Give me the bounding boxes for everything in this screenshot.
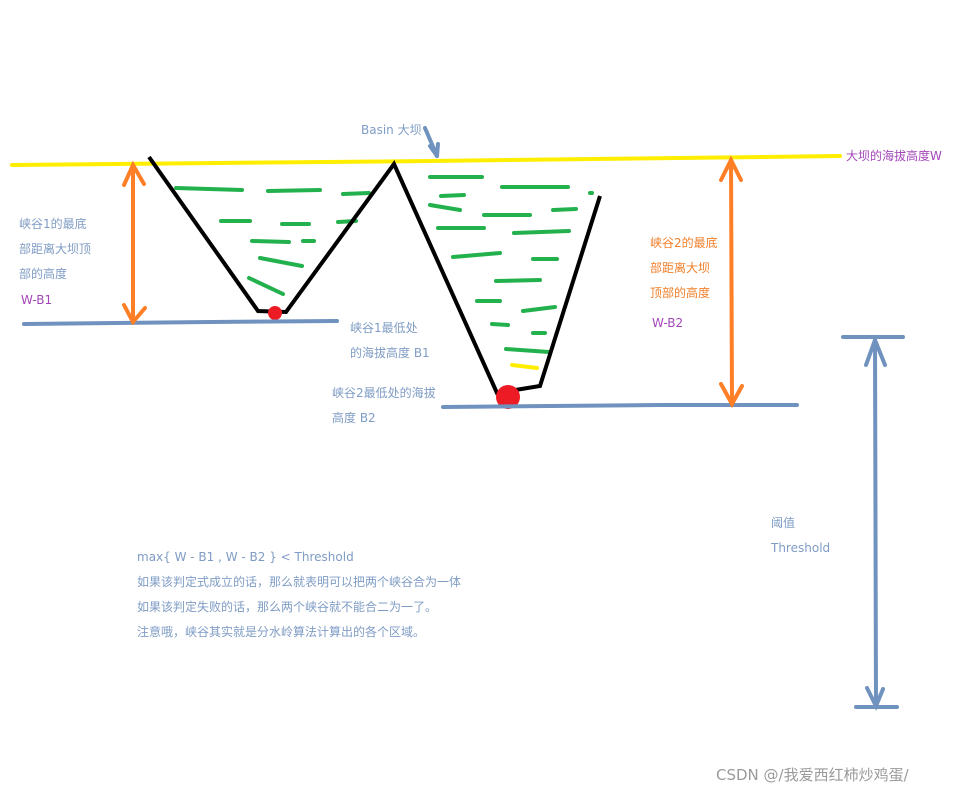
w-b1-height-arrow: [122, 160, 147, 326]
valley2-formula-label: W-B2: [652, 316, 684, 330]
explanation-formula: max{ W - B1 , W - B2 } < Threshold: [137, 550, 354, 564]
threshold-label-en: Threshold: [771, 541, 831, 555]
valley2-height-label-line2: 部距离大坝: [650, 261, 711, 275]
valley1-baseline: [22, 319, 339, 326]
valley1-height-label-line1: 峡谷1的最底: [19, 217, 87, 231]
valley2-height-label-line1: 峡谷2的最底: [650, 236, 718, 250]
valley1-min-label-line1: 峡谷1最低处: [350, 321, 418, 335]
valley1-minimum-point: [268, 306, 282, 320]
valley2-min-label-line2: 高度 B2: [332, 411, 376, 425]
valley1-height-label-line2: 部距离大坝顶: [19, 242, 92, 256]
valley1-height-label-line3: 部的高度: [19, 267, 68, 281]
explanation-line-note: 注意哦，峡谷其实就是分水岭算法计算出的各个区域。: [137, 625, 426, 639]
threshold-arrow: [841, 334, 905, 711]
basin-dam-label: Basin 大坝: [361, 123, 422, 137]
valley2-height-label-line3: 顶部的高度: [650, 286, 711, 300]
csdn-watermark: CSDN @/我爱西红柿炒鸡蛋/: [716, 766, 909, 784]
valley2-water: [428, 175, 594, 354]
threshold-label-cn: 阈值: [771, 516, 796, 530]
explanation-line-merge: 如果该判定式成立的话，那么就表明可以把两个峡谷合为一体: [137, 575, 462, 589]
w-b2-height-arrow: [719, 155, 744, 409]
valley1-formula-label: W-B1: [21, 293, 53, 307]
explanation-line-no-merge: 如果该判定失败的话，那么两个峡谷就不能合二为一了。: [137, 600, 438, 614]
valley2-min-label-line1: 峡谷2最低处的海拔: [332, 386, 436, 400]
basin-pointer-arrow: [423, 126, 440, 158]
valley2-yellow-stroke: [510, 363, 539, 370]
valley2-baseline: [441, 403, 799, 409]
watershed-diagram: [10, 126, 905, 711]
dam-height-w-label: 大坝的海拔高度W: [846, 149, 942, 163]
dam-top-line: [10, 154, 842, 167]
valley1-min-label-line2: 的海拔高度 B1: [350, 346, 430, 360]
